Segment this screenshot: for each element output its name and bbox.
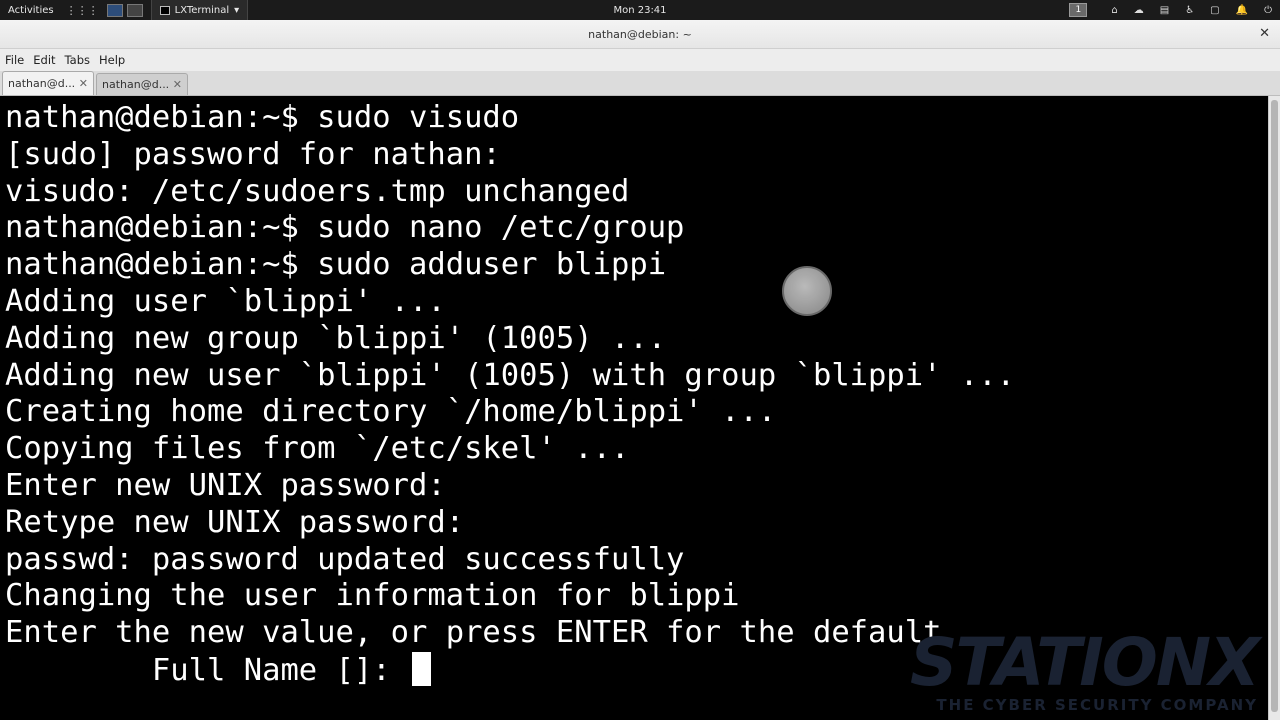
close-icon[interactable]: ✕ — [1259, 26, 1270, 41]
window-title: nathan@debian: ~ — [588, 27, 692, 41]
top-bar: Activities ⋮⋮⋮ LXTerminal ▾ Mon 23:41 1 … — [0, 0, 1280, 20]
cloud-icon[interactable]: ☁ — [1134, 5, 1144, 16]
terminal-icon — [159, 5, 170, 15]
terminal-line: nathan@debian:~$ sudo adduser blippi — [5, 247, 667, 283]
system-tray: 1 ⌂ ☁ ▤ ♿ ▢ 🔔 ⏻ — [1069, 0, 1272, 20]
window-titlebar[interactable]: nathan@debian: ~ ✕ — [0, 20, 1280, 49]
tab-terminal-2[interactable]: nathan@d... ✕ — [96, 73, 188, 95]
terminal-line: nathan@debian:~$ sudo visudo — [5, 100, 520, 135]
terminal-line: Creating home directory `/home/blippi' .… — [5, 394, 777, 430]
menu-tabs[interactable]: Tabs — [65, 53, 90, 67]
terminal-launcher-icon[interactable] — [126, 3, 143, 17]
terminal-line: Enter new UNIX password: — [5, 467, 446, 503]
terminal-line: Enter the new value, or press ENTER for … — [5, 615, 942, 651]
menu-file[interactable]: File — [5, 53, 24, 67]
terminal-line: Adding new user `blippi' (1005) with gro… — [5, 357, 1015, 393]
app-menu-button[interactable]: LXTerminal ▾ — [150, 0, 249, 20]
terminal-line: [sudo] password for nathan: — [5, 136, 501, 172]
prompt-text: Full Name []: — [5, 652, 409, 688]
terminal-line: Copying files from `/etc/skel' ... — [5, 431, 630, 467]
clock[interactable]: Mon 23:41 — [613, 5, 666, 16]
terminal-line: Adding new group `blippi' (1005) ... — [5, 320, 667, 356]
tab-label: nathan@d... — [102, 78, 170, 91]
tab-label: nathan@d... — [8, 77, 76, 90]
menu-edit[interactable]: Edit — [33, 53, 55, 67]
scrollbar-thumb[interactable] — [1271, 100, 1278, 712]
terminal-prompt-line: Full Name []: — [5, 651, 1268, 689]
clipboard-icon[interactable]: ▤ — [1160, 5, 1169, 16]
terminal-scrollbar[interactable] — [1268, 96, 1280, 720]
terminal-line: visudo: /etc/sudoers.tmp unchanged — [5, 173, 630, 209]
home-icon[interactable]: ⌂ — [1111, 5, 1117, 16]
app-menu-label: LXTerminal — [174, 4, 230, 16]
terminal-line: Retype new UNIX password: — [5, 504, 465, 540]
terminal-line: passwd: password updated successfully — [5, 541, 685, 577]
terminal-line: Changing the user information for blippi — [5, 578, 740, 614]
menu-help[interactable]: Help — [99, 53, 125, 67]
close-icon[interactable]: ✕ — [173, 78, 182, 91]
menu-bar: File Edit Tabs Help — [0, 49, 1280, 71]
apps-grid-icon[interactable]: ⋮⋮⋮ — [66, 4, 99, 17]
terminal-line: nathan@debian:~$ sudo nano /etc/group — [5, 210, 685, 246]
quick-launch — [106, 3, 143, 17]
power-icon[interactable]: ⏻ — [1264, 5, 1272, 16]
mouse-pointer-indicator — [782, 266, 832, 316]
tab-terminal-1[interactable]: nathan@d... ✕ — [2, 71, 94, 95]
activities-button[interactable]: Activities — [8, 5, 54, 16]
terminal-line: Adding user `blippi' ... — [5, 283, 446, 319]
text-cursor — [411, 651, 431, 686]
file-manager-icon[interactable] — [106, 3, 123, 17]
tab-bar: nathan@d... ✕ nathan@d... ✕ — [0, 71, 1280, 96]
workspace-indicator[interactable]: 1 — [1069, 3, 1088, 17]
terminal-output[interactable]: nathan@debian:~$ sudo visudo [sudo] pass… — [0, 96, 1268, 720]
close-icon[interactable]: ✕ — [79, 77, 88, 90]
window-icon[interactable]: ▢ — [1210, 5, 1219, 16]
chevron-down-icon: ▾ — [234, 4, 240, 16]
notification-icon[interactable]: 🔔 — [1236, 5, 1248, 16]
accessibility-icon[interactable]: ♿ — [1185, 5, 1194, 16]
